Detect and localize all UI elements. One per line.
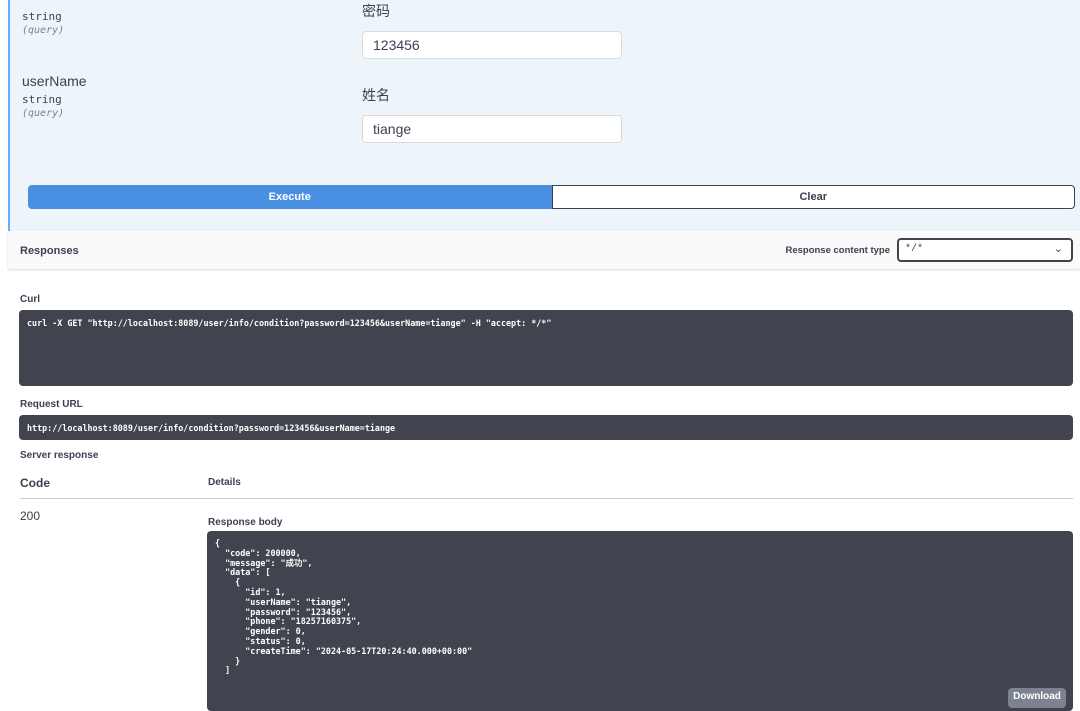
param-username-description: 姓名: [362, 87, 390, 103]
responses-header: Responses Response content type */* ⌄: [8, 231, 1080, 269]
parameters-panel: string (query) 密码 userName string (query…: [8, 0, 1080, 231]
response-body-label: Response body: [208, 517, 283, 528]
param-username-type: string: [22, 93, 62, 106]
clear-button[interactable]: Clear: [551, 185, 1075, 209]
param-password-location: (query): [22, 25, 65, 36]
responses-title: Responses: [20, 245, 79, 257]
server-response-label: Server response: [20, 450, 99, 461]
response-content-type-select[interactable]: */* ⌄: [897, 238, 1073, 262]
param-password-type: string: [22, 10, 62, 23]
download-button[interactable]: Download: [1008, 688, 1066, 708]
execute-button[interactable]: Execute: [28, 185, 552, 209]
response-content-type-value: */*: [905, 244, 924, 255]
action-buttons: Execute Clear: [28, 185, 1075, 209]
username-input[interactable]: [362, 115, 622, 143]
curl-command[interactable]: curl -X GET "http://localhost:8089/user/…: [19, 310, 1073, 386]
details-column-header: Details: [208, 477, 241, 488]
response-body[interactable]: { "code": 200000, "message": "成功", "data…: [207, 531, 1073, 711]
param-password-description: 密码: [362, 3, 390, 19]
chevron-down-icon: ⌄: [1053, 244, 1063, 256]
request-url-label: Request URL: [20, 399, 83, 410]
param-username-location: (query): [22, 108, 65, 119]
response-status-code: 200: [20, 509, 41, 523]
curl-label: Curl: [20, 294, 40, 305]
request-url[interactable]: http://localhost:8089/user/info/conditio…: [19, 415, 1073, 440]
response-content-type-label: Response content type: [785, 245, 890, 256]
code-column-header: Code: [20, 476, 50, 490]
table-divider: [20, 498, 1073, 499]
password-input[interactable]: [362, 31, 622, 59]
param-username-name: userName: [22, 73, 87, 89]
